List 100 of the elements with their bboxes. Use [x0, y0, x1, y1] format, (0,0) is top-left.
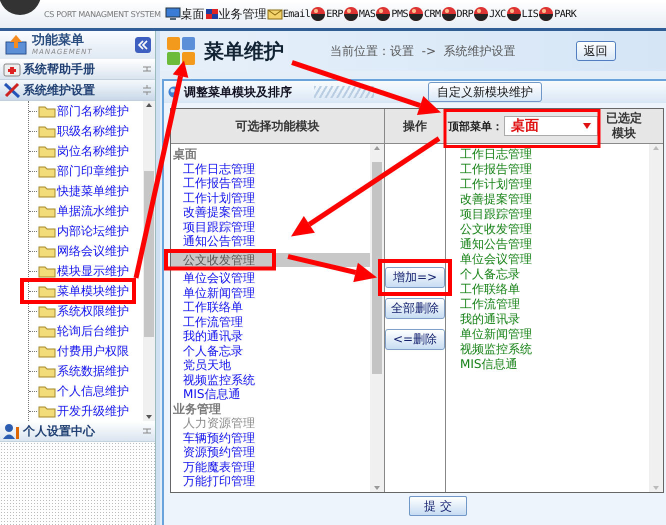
toggle-icon: [142, 426, 152, 436]
selected-module[interactable]: 工作联络单: [460, 282, 520, 297]
folder-icon: [38, 304, 56, 318]
dropdown-caret-icon: [583, 123, 591, 129]
nav-link[interactable]: 桌面: [164, 6, 205, 22]
module-item[interactable]: 工作联络单: [171, 300, 243, 314]
custom-module-button[interactable]: 自定义新模块维护: [428, 82, 542, 102]
tree-item[interactable]: 个人信息维护: [57, 382, 129, 400]
tree-item[interactable]: 系统数据维护: [57, 362, 129, 380]
selected-module[interactable]: 视频监控系统: [460, 342, 532, 357]
ball-icon: [506, 6, 522, 22]
ball-icon: [408, 6, 424, 22]
tree-item[interactable]: 岗位名称维护: [57, 142, 129, 160]
module-item[interactable]: 改善提案管理: [171, 205, 255, 220]
nav-link[interactable]: MAS: [342, 6, 376, 22]
scrollbar[interactable]: [143, 101, 155, 421]
top-menu-label: 顶部菜单：: [448, 118, 503, 134]
nav-link[interactable]: PMS: [375, 6, 408, 22]
selected-module[interactable]: 工作计划管理: [460, 177, 532, 192]
panel-title: 调整菜单模块及排序: [184, 84, 292, 100]
selected-module[interactable]: 单位新闻管理: [460, 327, 532, 342]
nav-link[interactable]: PARK: [538, 6, 576, 22]
scrollbar[interactable]: [649, 144, 663, 492]
selected-module[interactable]: 项目跟踪管理: [460, 207, 532, 222]
folder-icon: [38, 284, 56, 298]
action-button[interactable]: 增加=>: [385, 267, 445, 288]
nav-link[interactable]: CRM: [408, 6, 441, 22]
ball-icon: [440, 6, 457, 22]
tree-item[interactable]: 付费用户权限: [57, 342, 129, 360]
module-item[interactable]: 万能魔表管理: [171, 460, 255, 474]
scrollbar[interactable]: [370, 144, 384, 492]
tree-item[interactable]: 菜单模块维护: [57, 282, 129, 300]
nav-link[interactable]: JXC: [473, 6, 506, 22]
nav-link[interactable]: Email: [266, 7, 310, 21]
module-item[interactable]: 工作计划管理: [171, 190, 255, 205]
system-name: CS PORT MANAGMENT SYSTEM: [44, 10, 161, 18]
top-menu-dropdown[interactable]: 桌面: [504, 116, 598, 136]
nav-link[interactable]: LIS: [506, 6, 538, 22]
module-item[interactable]: 个人备忘录: [171, 344, 243, 358]
tree-item[interactable]: 轮询后台维护: [57, 322, 129, 340]
module-item[interactable]: 我的通讯录: [171, 329, 243, 344]
group-label: 桌面: [172, 147, 198, 162]
nav-link[interactable]: ERP: [310, 6, 343, 22]
module-item[interactable]: 工作流管理: [171, 314, 243, 329]
sidebar-section[interactable]: 个人设置中心: [0, 421, 155, 442]
nav-link[interactable]: DRP: [440, 6, 474, 22]
selected-module[interactable]: 个人备忘录: [460, 267, 520, 282]
selected-module[interactable]: MIS信息通: [460, 357, 518, 372]
selected-module[interactable]: 工作流管理: [460, 297, 520, 312]
sidebar-section[interactable]: 系统维护设置: [0, 80, 155, 101]
selected-module[interactable]: 工作报告管理: [460, 162, 532, 177]
module-item[interactable]: 车辆预约管理: [171, 430, 255, 445]
section-label: 系统帮助手册: [23, 60, 96, 78]
module-item[interactable]: 党员天地: [171, 358, 231, 372]
module-item[interactable]: 工作日志管理: [171, 162, 255, 176]
tree-item[interactable]: 部门名称维护: [57, 102, 129, 120]
monitor-icon: [164, 7, 181, 21]
module-item[interactable]: 单位新闻管理: [171, 286, 255, 300]
folder-icon: [38, 344, 56, 358]
tree-item[interactable]: 模块显示维护: [57, 262, 129, 280]
selected-module[interactable]: 工作日志管理: [460, 147, 532, 162]
column-header: 操作: [385, 109, 446, 144]
tree-item[interactable]: 系统权限维护: [57, 302, 129, 320]
module-item[interactable]: 通知公告管理: [171, 234, 255, 248]
action-button[interactable]: 全部删除: [385, 298, 445, 319]
selected-module[interactable]: 单位会议管理: [460, 252, 532, 267]
tree-item[interactable]: 快捷菜单维护: [57, 182, 129, 200]
action-button[interactable]: <=删除: [385, 329, 445, 350]
module-item[interactable]: 万能打印管理: [171, 474, 255, 488]
tree-item[interactable]: 网络会议维护: [57, 242, 129, 260]
collapse-button[interactable]: [135, 37, 151, 53]
scrollbar-thumb[interactable]: [372, 162, 382, 374]
selected-module[interactable]: 公文收发管理: [460, 222, 532, 237]
tree-item[interactable]: 单据流水维护: [57, 202, 129, 220]
tree-item[interactable]: 部门印章维护: [57, 162, 129, 180]
module-item[interactable]: 视频监控系统: [171, 372, 255, 387]
section-label: 系统维护设置: [23, 82, 96, 98]
selected-module[interactable]: 我的通讯录: [460, 312, 520, 327]
back-button[interactable]: 返回: [576, 41, 616, 61]
user-icon: [3, 423, 21, 439]
ball-icon: [375, 6, 392, 22]
tree-item[interactable]: 职级名称维护: [57, 122, 129, 140]
ball-icon: [342, 6, 359, 22]
module-item[interactable]: 资源预约管理: [171, 445, 255, 460]
folder-icon: [38, 264, 56, 278]
ball-icon: [473, 6, 490, 22]
module-item[interactable]: 项目跟踪管理: [171, 220, 255, 234]
module-item[interactable]: 工作报告管理: [171, 176, 255, 190]
tree-item[interactable]: 内部论坛维护: [57, 222, 129, 240]
folder-icon: [38, 384, 56, 398]
nav-link[interactable]: 业务管理: [204, 6, 267, 22]
tools-icon: [3, 82, 21, 98]
module-item[interactable]: 单位会议管理: [171, 271, 255, 286]
submit-button[interactable]: 提 交: [409, 496, 467, 516]
scroll-down-icon: [652, 484, 660, 492]
selected-module[interactable]: 改善提案管理: [460, 192, 532, 207]
module-item[interactable]: MIS信息通: [171, 387, 241, 402]
sidebar-section[interactable]: 系统帮助手册: [0, 59, 155, 80]
selected-module[interactable]: 通知公告管理: [460, 237, 532, 252]
tree-item[interactable]: 开发升级维护: [57, 402, 129, 420]
